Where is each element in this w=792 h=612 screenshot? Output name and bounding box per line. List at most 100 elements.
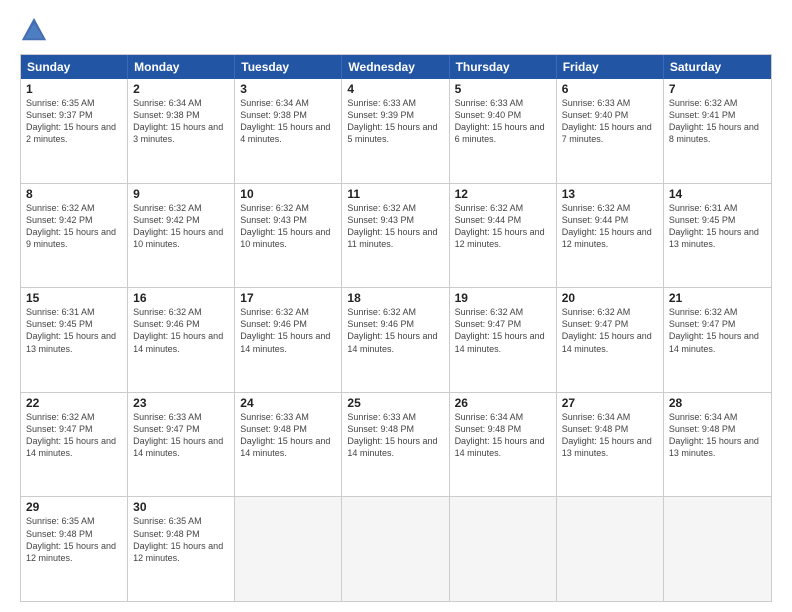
day-number: 11 <box>347 187 443 201</box>
day-info: Sunrise: 6:34 AMSunset: 9:38 PMDaylight:… <box>133 97 229 146</box>
day-cell-26: 26Sunrise: 6:34 AMSunset: 9:48 PMDayligh… <box>450 393 557 497</box>
day-cell-30: 30Sunrise: 6:35 AMSunset: 9:48 PMDayligh… <box>128 497 235 601</box>
day-number: 16 <box>133 291 229 305</box>
day-info: Sunrise: 6:34 AMSunset: 9:48 PMDaylight:… <box>669 411 766 460</box>
day-number: 10 <box>240 187 336 201</box>
day-cell-7: 7Sunrise: 6:32 AMSunset: 9:41 PMDaylight… <box>664 79 771 183</box>
day-cell-10: 10Sunrise: 6:32 AMSunset: 9:43 PMDayligh… <box>235 184 342 288</box>
day-cell-empty <box>235 497 342 601</box>
header-day-tuesday: Tuesday <box>235 55 342 79</box>
calendar-row-2: 8Sunrise: 6:32 AMSunset: 9:42 PMDaylight… <box>21 184 771 289</box>
day-info: Sunrise: 6:35 AMSunset: 9:48 PMDaylight:… <box>133 515 229 564</box>
day-cell-13: 13Sunrise: 6:32 AMSunset: 9:44 PMDayligh… <box>557 184 664 288</box>
day-number: 25 <box>347 396 443 410</box>
day-info: Sunrise: 6:32 AMSunset: 9:46 PMDaylight:… <box>347 306 443 355</box>
calendar: SundayMondayTuesdayWednesdayThursdayFrid… <box>20 54 772 602</box>
day-info: Sunrise: 6:32 AMSunset: 9:44 PMDaylight:… <box>455 202 551 251</box>
day-number: 6 <box>562 82 658 96</box>
day-number: 28 <box>669 396 766 410</box>
header-day-wednesday: Wednesday <box>342 55 449 79</box>
day-number: 9 <box>133 187 229 201</box>
day-cell-4: 4Sunrise: 6:33 AMSunset: 9:39 PMDaylight… <box>342 79 449 183</box>
header-day-friday: Friday <box>557 55 664 79</box>
day-cell-20: 20Sunrise: 6:32 AMSunset: 9:47 PMDayligh… <box>557 288 664 392</box>
day-info: Sunrise: 6:32 AMSunset: 9:41 PMDaylight:… <box>669 97 766 146</box>
day-cell-1: 1Sunrise: 6:35 AMSunset: 9:37 PMDaylight… <box>21 79 128 183</box>
day-number: 20 <box>562 291 658 305</box>
day-info: Sunrise: 6:32 AMSunset: 9:43 PMDaylight:… <box>240 202 336 251</box>
calendar-row-5: 29Sunrise: 6:35 AMSunset: 9:48 PMDayligh… <box>21 497 771 601</box>
day-cell-8: 8Sunrise: 6:32 AMSunset: 9:42 PMDaylight… <box>21 184 128 288</box>
header <box>20 16 772 44</box>
day-info: Sunrise: 6:32 AMSunset: 9:43 PMDaylight:… <box>347 202 443 251</box>
day-number: 17 <box>240 291 336 305</box>
day-number: 1 <box>26 82 122 96</box>
day-cell-28: 28Sunrise: 6:34 AMSunset: 9:48 PMDayligh… <box>664 393 771 497</box>
day-number: 23 <box>133 396 229 410</box>
day-info: Sunrise: 6:32 AMSunset: 9:47 PMDaylight:… <box>455 306 551 355</box>
day-number: 26 <box>455 396 551 410</box>
day-number: 18 <box>347 291 443 305</box>
day-cell-27: 27Sunrise: 6:34 AMSunset: 9:48 PMDayligh… <box>557 393 664 497</box>
day-info: Sunrise: 6:33 AMSunset: 9:40 PMDaylight:… <box>455 97 551 146</box>
header-day-sunday: Sunday <box>21 55 128 79</box>
day-cell-empty <box>342 497 449 601</box>
day-number: 22 <box>26 396 122 410</box>
day-number: 27 <box>562 396 658 410</box>
calendar-row-4: 22Sunrise: 6:32 AMSunset: 9:47 PMDayligh… <box>21 393 771 498</box>
day-cell-empty <box>557 497 664 601</box>
day-cell-25: 25Sunrise: 6:33 AMSunset: 9:48 PMDayligh… <box>342 393 449 497</box>
calendar-row-1: 1Sunrise: 6:35 AMSunset: 9:37 PMDaylight… <box>21 79 771 184</box>
day-number: 15 <box>26 291 122 305</box>
day-number: 5 <box>455 82 551 96</box>
day-number: 8 <box>26 187 122 201</box>
day-cell-2: 2Sunrise: 6:34 AMSunset: 9:38 PMDaylight… <box>128 79 235 183</box>
day-info: Sunrise: 6:32 AMSunset: 9:42 PMDaylight:… <box>133 202 229 251</box>
header-day-monday: Monday <box>128 55 235 79</box>
day-info: Sunrise: 6:32 AMSunset: 9:44 PMDaylight:… <box>562 202 658 251</box>
day-number: 24 <box>240 396 336 410</box>
day-cell-5: 5Sunrise: 6:33 AMSunset: 9:40 PMDaylight… <box>450 79 557 183</box>
day-number: 4 <box>347 82 443 96</box>
day-info: Sunrise: 6:32 AMSunset: 9:47 PMDaylight:… <box>562 306 658 355</box>
day-number: 19 <box>455 291 551 305</box>
day-cell-18: 18Sunrise: 6:32 AMSunset: 9:46 PMDayligh… <box>342 288 449 392</box>
day-cell-6: 6Sunrise: 6:33 AMSunset: 9:40 PMDaylight… <box>557 79 664 183</box>
day-number: 30 <box>133 500 229 514</box>
day-info: Sunrise: 6:32 AMSunset: 9:47 PMDaylight:… <box>669 306 766 355</box>
day-number: 3 <box>240 82 336 96</box>
day-info: Sunrise: 6:33 AMSunset: 9:48 PMDaylight:… <box>347 411 443 460</box>
day-cell-12: 12Sunrise: 6:32 AMSunset: 9:44 PMDayligh… <box>450 184 557 288</box>
day-info: Sunrise: 6:33 AMSunset: 9:48 PMDaylight:… <box>240 411 336 460</box>
day-cell-17: 17Sunrise: 6:32 AMSunset: 9:46 PMDayligh… <box>235 288 342 392</box>
day-cell-15: 15Sunrise: 6:31 AMSunset: 9:45 PMDayligh… <box>21 288 128 392</box>
day-number: 14 <box>669 187 766 201</box>
day-info: Sunrise: 6:31 AMSunset: 9:45 PMDaylight:… <box>26 306 122 355</box>
day-info: Sunrise: 6:32 AMSunset: 9:46 PMDaylight:… <box>133 306 229 355</box>
day-cell-29: 29Sunrise: 6:35 AMSunset: 9:48 PMDayligh… <box>21 497 128 601</box>
day-number: 13 <box>562 187 658 201</box>
logo-icon <box>20 16 48 44</box>
day-info: Sunrise: 6:32 AMSunset: 9:47 PMDaylight:… <box>26 411 122 460</box>
day-info: Sunrise: 6:31 AMSunset: 9:45 PMDaylight:… <box>669 202 766 251</box>
calendar-body: 1Sunrise: 6:35 AMSunset: 9:37 PMDaylight… <box>21 79 771 601</box>
day-cell-3: 3Sunrise: 6:34 AMSunset: 9:38 PMDaylight… <box>235 79 342 183</box>
day-cell-22: 22Sunrise: 6:32 AMSunset: 9:47 PMDayligh… <box>21 393 128 497</box>
day-cell-24: 24Sunrise: 6:33 AMSunset: 9:48 PMDayligh… <box>235 393 342 497</box>
day-number: 12 <box>455 187 551 201</box>
day-cell-16: 16Sunrise: 6:32 AMSunset: 9:46 PMDayligh… <box>128 288 235 392</box>
header-day-thursday: Thursday <box>450 55 557 79</box>
day-cell-23: 23Sunrise: 6:33 AMSunset: 9:47 PMDayligh… <box>128 393 235 497</box>
day-number: 21 <box>669 291 766 305</box>
day-info: Sunrise: 6:33 AMSunset: 9:39 PMDaylight:… <box>347 97 443 146</box>
day-info: Sunrise: 6:32 AMSunset: 9:46 PMDaylight:… <box>240 306 336 355</box>
day-cell-14: 14Sunrise: 6:31 AMSunset: 9:45 PMDayligh… <box>664 184 771 288</box>
day-info: Sunrise: 6:32 AMSunset: 9:42 PMDaylight:… <box>26 202 122 251</box>
logo <box>20 16 52 44</box>
day-cell-empty <box>450 497 557 601</box>
day-cell-9: 9Sunrise: 6:32 AMSunset: 9:42 PMDaylight… <box>128 184 235 288</box>
header-day-saturday: Saturday <box>664 55 771 79</box>
day-info: Sunrise: 6:33 AMSunset: 9:40 PMDaylight:… <box>562 97 658 146</box>
day-info: Sunrise: 6:34 AMSunset: 9:48 PMDaylight:… <box>455 411 551 460</box>
calendar-row-3: 15Sunrise: 6:31 AMSunset: 9:45 PMDayligh… <box>21 288 771 393</box>
